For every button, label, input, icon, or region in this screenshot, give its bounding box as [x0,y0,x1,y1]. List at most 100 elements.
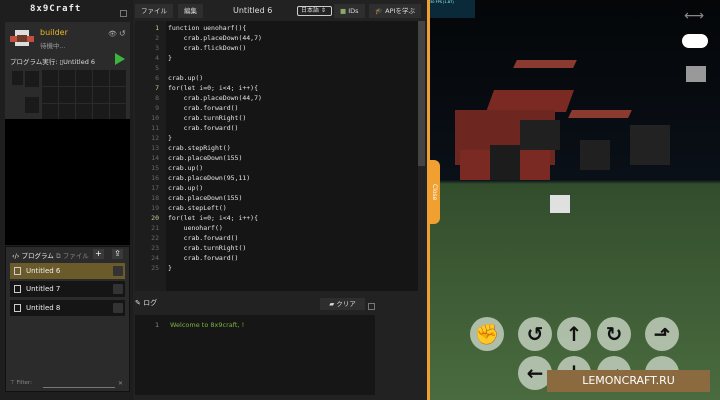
tab-files[interactable]: ⧉ ファイル [56,250,89,261]
editor-scrollbar[interactable] [418,21,425,166]
program-item[interactable]: Untitled 6 [10,263,125,279]
trash-icon[interactable] [113,266,123,276]
hat-icon: 🎓 [375,7,384,15]
upload-button[interactable]: ⇪ [112,249,123,259]
turn-right-button[interactable]: ↻ [597,317,631,351]
filter-label: ⊤ Filter: [10,380,32,386]
line-number: 3 [155,44,159,52]
robot-name: builder [40,28,68,37]
line-number: 15 [151,164,159,172]
code-line[interactable]: for(let i=0; i<4; i++){ [168,84,258,92]
run-program-label: プログラム実行: ▯Untitled 6 [10,56,95,66]
code-line[interactable]: crab.forward() [168,234,239,242]
code-line[interactable]: for(let i=0; i<4; i++){ [168,214,258,222]
black-block [580,140,610,170]
line-number: 18 [151,194,159,202]
camera-view [5,119,130,245]
black-block [490,145,520,180]
logo: 8x9Craft [30,4,82,14]
code-line[interactable]: crab.stepRight() [168,144,231,152]
up-button[interactable]: ⬏ [645,317,679,351]
learn-api-label: APIを学ぶ [385,7,415,15]
close-tab[interactable]: Close [428,160,440,224]
code-line[interactable]: crab.turnRight() [168,244,247,252]
filter-input[interactable] [43,387,115,388]
line-number: 5 [155,64,159,72]
forward-button[interactable]: ↑ [557,317,591,351]
line-number: 17 [151,184,159,192]
code-line[interactable]: crab.forward() [168,104,239,112]
run-button[interactable] [115,53,125,65]
block-icon: ■ [340,7,347,15]
filter-text: Filter: [16,380,32,386]
inventory-grid [42,70,126,120]
fps-meter: 30 FPS (1-87) [430,0,475,18]
collapse-log-icon[interactable] [368,303,375,310]
line-number: 24 [151,254,159,262]
code-line[interactable]: crab.placeDown(155) [168,194,242,202]
line-number: 21 [151,224,159,232]
file-icon [14,267,21,275]
learn-api-button[interactable]: 🎓 APIを学ぶ [369,4,421,18]
code-line[interactable]: crab.placeDown(44,7) [168,34,262,42]
line-number: 12 [151,134,159,142]
code-line[interactable]: } [168,54,172,62]
line-number: 22 [151,234,159,242]
tab-programs[interactable]: ‹/› プログラム [12,250,54,260]
tab-programs-label: プログラム [21,252,54,260]
code-line[interactable]: function uenoharf(){ [168,24,246,32]
ids-label: IDs [348,7,359,15]
resize-icon[interactable]: ⟷ [684,8,704,24]
code-line[interactable]: crab.placeDown(44,7) [168,94,262,102]
code-line[interactable]: uenoharf() [168,224,223,232]
line-number: 11 [151,124,159,132]
trash-icon[interactable] [113,303,123,313]
red-block [485,90,575,112]
turn-left-button[interactable]: ↺ [518,317,552,351]
line-number: 25 [151,264,159,272]
clear-log-button[interactable]: ▰ クリア [320,298,365,310]
code-line[interactable]: crab.placeDown(155) [168,154,242,162]
box-icon[interactable] [686,66,706,82]
reset-icon[interactable]: ↺ [119,29,126,38]
program-item[interactable]: Untitled 7 [10,281,125,297]
code-line[interactable]: } [168,134,172,142]
black-block [520,120,560,150]
code-line[interactable]: crab.forward() [168,254,239,262]
code-line[interactable]: crab.forward() [168,124,239,132]
language-select[interactable]: 日本語 ⇕ [297,6,332,16]
code-line[interactable]: crab.up() [168,74,203,82]
file-icon [14,285,21,293]
program-item[interactable]: Untitled 8 [10,300,125,316]
crab-robot [550,195,570,213]
code-line[interactable]: } [168,264,172,272]
red-slab [568,110,632,118]
code-line[interactable]: crab.up() [168,164,203,172]
clear-filter-icon[interactable]: ✕ [118,380,123,387]
line-number: 8 [155,94,159,102]
line-number: 9 [155,104,159,112]
line-number: 1 [155,24,159,32]
program-label: Untitled 7 [26,285,61,293]
grab-button[interactable]: ✊ [470,317,504,351]
trash-icon[interactable] [113,284,123,294]
file-menu[interactable]: ファイル [135,4,173,18]
world-3d-view[interactable]: ⟷ ✊ ↺ ↑ ↻ ⬏ ← ↓ → ⬎ [430,0,720,400]
line-number: 23 [151,244,159,252]
ids-button[interactable]: ■ IDs [334,4,365,18]
file-title: Untitled 6 [233,6,273,15]
add-program-button[interactable]: + [93,249,104,259]
collapse-icon[interactable] [120,10,127,17]
code-line[interactable]: crab.turnRight() [168,114,247,122]
code-line[interactable]: crab.up() [168,184,203,192]
clear-label: クリア [336,300,356,308]
edit-menu[interactable]: 編集 [178,4,203,18]
line-number: 2 [155,34,159,42]
eye-icon[interactable]: 👁 [108,30,117,38]
gamepad-icon[interactable] [682,34,708,48]
code-line[interactable]: crab.placeDown(95,11) [168,174,250,182]
code-line[interactable]: crab.stepLeft() [168,204,227,212]
line-number: 14 [151,154,159,162]
code-line[interactable]: crab.flickDown() [168,44,247,52]
line-number: 10 [151,114,159,122]
